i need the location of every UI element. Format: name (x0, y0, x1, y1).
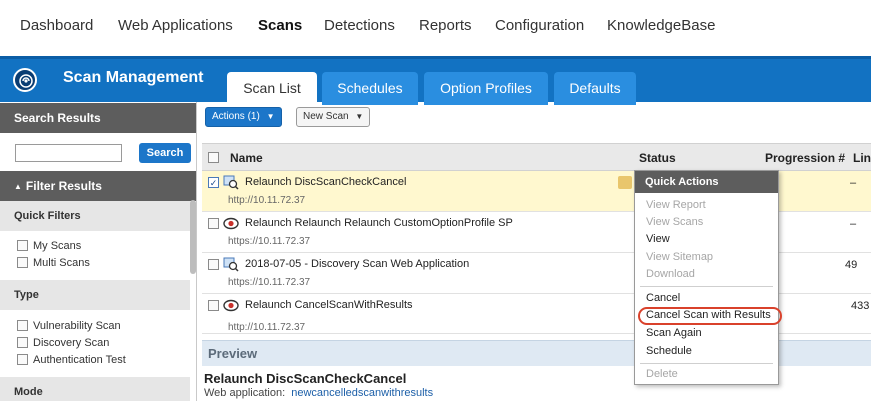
scan-name[interactable]: 2018-07-05 - Discovery Scan Web Applicat… (245, 258, 469, 270)
column-progression[interactable]: Progression # (765, 151, 845, 165)
menu-item-view-scans[interactable]: View Scans (646, 216, 703, 228)
scan-progression: 433 (851, 300, 870, 312)
nav-configuration[interactable]: Configuration (495, 17, 584, 34)
nav-reports[interactable]: Reports (419, 17, 472, 34)
quick-actions-menu: Quick Actions View Report View Scans Vie… (634, 170, 782, 385)
scan-url: https://10.11.72.37 (228, 277, 311, 288)
column-lin[interactable]: Lin (853, 151, 871, 165)
vulnerability-scan-icon (223, 298, 239, 313)
filter-label: Authentication Test (33, 354, 126, 366)
type-section[interactable]: Type (0, 280, 190, 310)
web-application-link[interactable]: newcancelledscanwithresults (291, 387, 433, 399)
page-title: Scan Management (63, 69, 204, 86)
menu-item-view-report[interactable]: View Report (646, 199, 706, 211)
menu-item-cancel[interactable]: Cancel (646, 292, 680, 304)
scan-url: http://10.11.72.37 (228, 322, 306, 333)
tab-schedules[interactable]: Schedules (322, 72, 418, 105)
nav-dashboard[interactable]: Dashboard (20, 17, 93, 34)
preview-web-application: Web application: newcancelledscanwithres… (204, 387, 433, 399)
tab-scan-list[interactable]: Scan List (227, 72, 317, 105)
filter-label: Discovery Scan (33, 337, 110, 349)
scan-progression: – (850, 177, 857, 189)
chevron-down-icon: ▼ (355, 112, 364, 121)
scan-management-icon (13, 68, 37, 92)
mode-section[interactable]: Mode (0, 377, 190, 401)
sidebar-divider (196, 102, 197, 401)
actions-label: Actions (1) (212, 111, 260, 122)
filter-label: Vulnerability Scan (33, 320, 121, 332)
top-navigation: Dashboard Web Applications Scans Detecti… (0, 0, 871, 56)
checkbox-icon[interactable] (17, 354, 28, 365)
filter-label: My Scans (33, 240, 82, 252)
nav-knowledgebase[interactable]: KnowledgeBase (607, 17, 715, 34)
row-checkbox[interactable] (208, 300, 219, 311)
menu-item-schedule[interactable]: Schedule (646, 345, 692, 357)
menu-item-cancel-scan-with-results[interactable]: Cancel Scan with Results (646, 309, 771, 321)
checkbox-icon[interactable] (17, 337, 28, 348)
collapse-triangle-icon: ▲ (14, 182, 22, 191)
nav-scans[interactable]: Scans (258, 17, 302, 34)
scan-name[interactable]: Relaunch Relaunch Relaunch CustomOptionP… (245, 217, 513, 229)
scan-management-header: Scan Management Scan List Schedules Opti… (0, 56, 871, 105)
filter-results-label: Filter Results (25, 179, 102, 193)
scan-name[interactable]: Relaunch CancelScanWithResults (245, 299, 413, 311)
quick-actions-title: Quick Actions (635, 171, 778, 193)
chevron-down-icon: ▼ (266, 112, 275, 121)
select-all-checkbox[interactable] (208, 152, 219, 163)
search-input[interactable] (15, 144, 122, 162)
menu-item-view[interactable]: View (646, 233, 670, 245)
discovery-scan-icon (223, 257, 239, 272)
menu-item-view-sitemap[interactable]: View Sitemap (646, 251, 713, 263)
nav-detections[interactable]: Detections (324, 17, 395, 34)
new-scan-label: New Scan (303, 111, 349, 122)
scan-url: http://10.11.72.37 (228, 195, 306, 206)
vulnerability-scan-icon (223, 216, 239, 231)
row-checkbox[interactable]: ✓ (208, 177, 219, 188)
column-name[interactable]: Name (230, 151, 263, 165)
row-actions-dropdown[interactable] (618, 176, 632, 189)
row-checkbox[interactable] (208, 259, 219, 270)
tab-option-profiles[interactable]: Option Profiles (424, 72, 548, 105)
checkbox-icon[interactable] (17, 320, 28, 331)
search-results-heading: Search Results (0, 103, 196, 133)
column-status[interactable]: Status (639, 151, 676, 165)
filter-my-scans[interactable]: My Scans (17, 240, 81, 252)
discovery-scan-icon (223, 175, 239, 190)
scan-url: https://10.11.72.37 (228, 236, 311, 247)
checkbox-icon[interactable] (17, 257, 28, 268)
menu-item-download[interactable]: Download (646, 268, 695, 280)
search-button[interactable]: Search (139, 143, 191, 163)
filter-multi-scans[interactable]: Multi Scans (17, 257, 90, 269)
new-scan-dropdown-button[interactable]: New Scan ▼ (296, 107, 371, 127)
menu-separator (640, 286, 773, 287)
scan-progression: 49 (845, 259, 858, 271)
tab-defaults[interactable]: Defaults (554, 72, 636, 105)
menu-item-delete[interactable]: Delete (646, 368, 678, 380)
menu-item-scan-again[interactable]: Scan Again (646, 327, 702, 339)
quick-filters-section[interactable]: Quick Filters (0, 201, 190, 231)
actions-dropdown-button[interactable]: Actions (1) ▼ (205, 107, 282, 127)
filter-label: Multi Scans (33, 257, 90, 269)
preview-scan-name: Relaunch DiscScanCheckCancel (204, 371, 407, 386)
menu-separator (640, 363, 773, 364)
preview-title: Preview (208, 346, 258, 361)
web-application-label: Web application: (204, 387, 286, 399)
filter-results-heading[interactable]: ▲ Filter Results (0, 171, 196, 201)
scan-name[interactable]: Relaunch DiscScanCheckCancel (245, 176, 406, 188)
filter-discovery-scan[interactable]: Discovery Scan (17, 337, 109, 349)
row-checkbox[interactable] (208, 218, 219, 229)
scan-list-header: Name Status Progression # Lin (202, 143, 871, 171)
checkbox-icon[interactable] (17, 240, 28, 251)
nav-web-applications[interactable]: Web Applications (118, 17, 233, 34)
filter-authentication-test[interactable]: Authentication Test (17, 354, 126, 366)
scan-progression: – (850, 218, 857, 230)
filter-vulnerability-scan[interactable]: Vulnerability Scan (17, 320, 121, 332)
